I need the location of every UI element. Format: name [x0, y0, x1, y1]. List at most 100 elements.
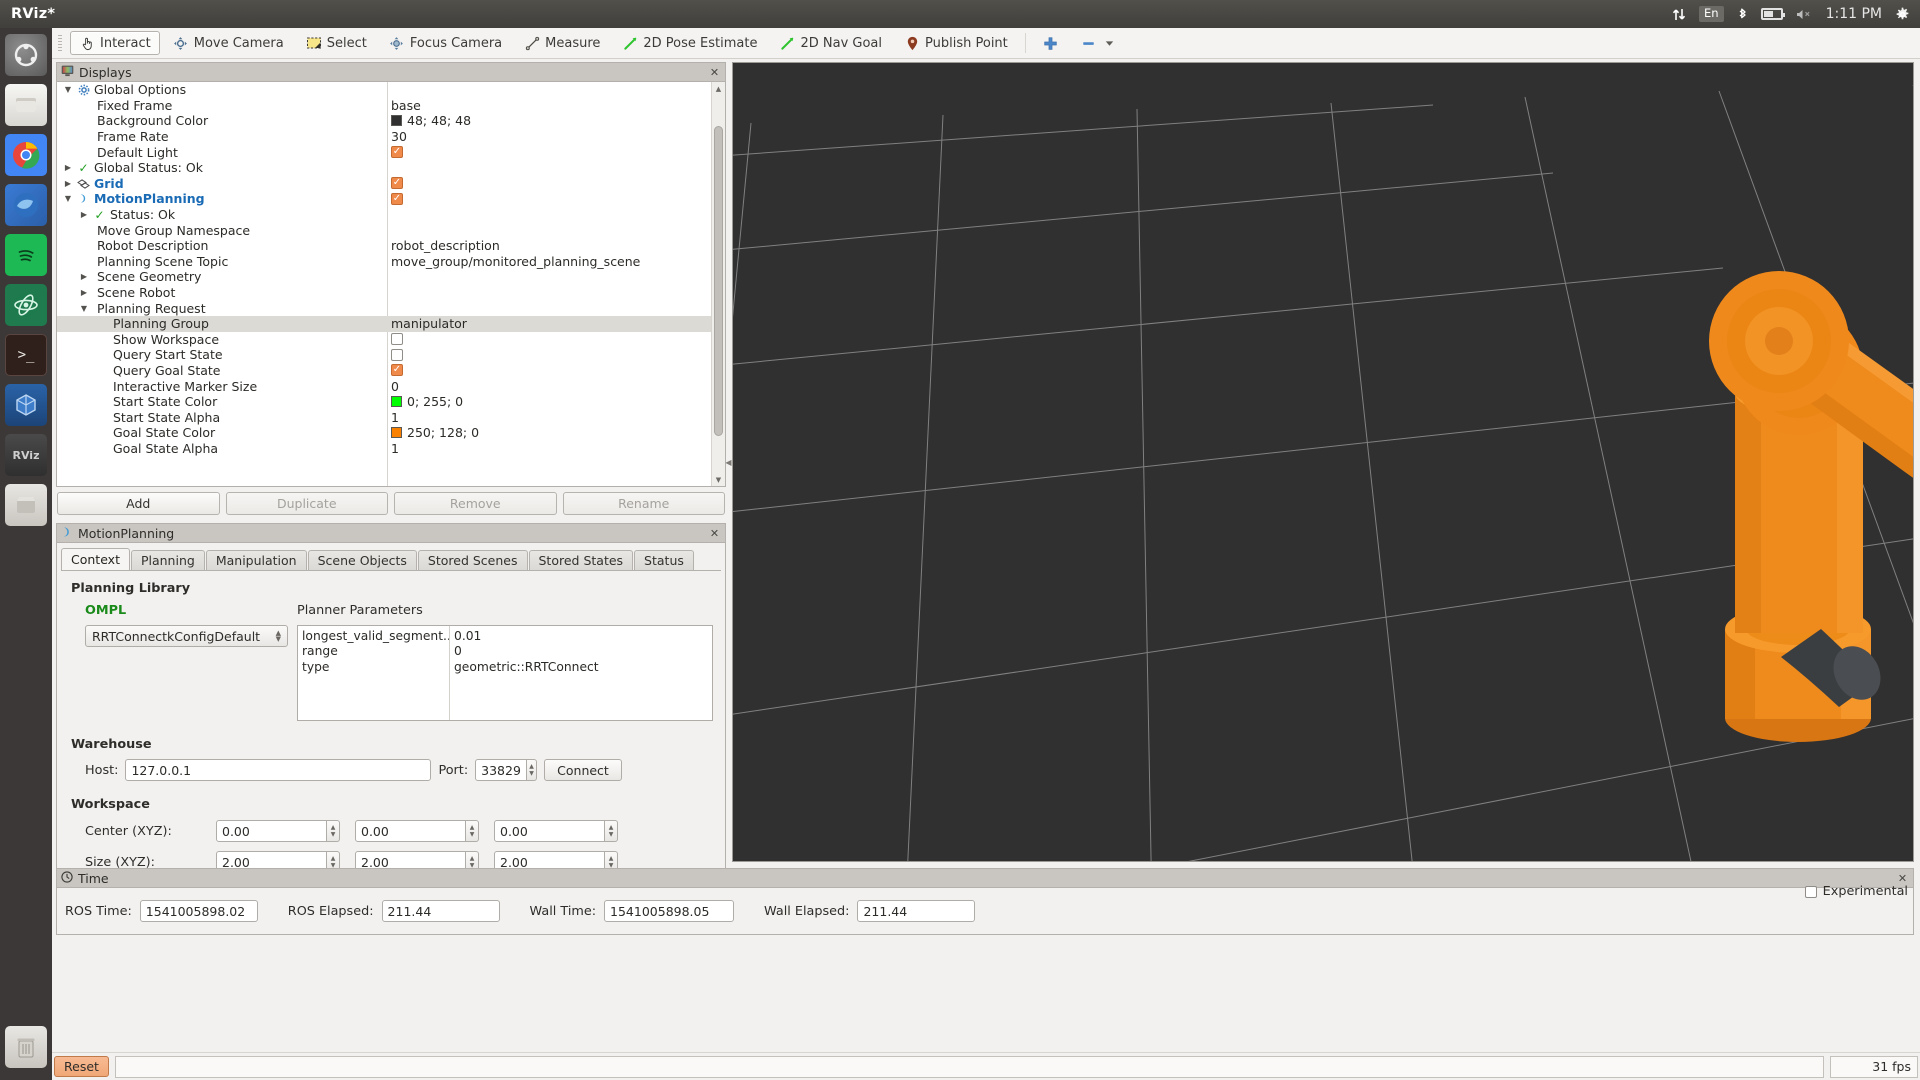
display-row[interactable]: Robot Description robot_description [57, 238, 711, 254]
experimental-checkbox[interactable] [1804, 885, 1817, 898]
expand-arrow-down-icon[interactable]: ▼ [63, 194, 73, 203]
launcher-item-firefox[interactable] [5, 184, 47, 226]
workspace-center-x-input[interactable]: 0.00 [216, 820, 327, 842]
bluetooth-icon[interactable] [1737, 7, 1748, 22]
display-row-value-cell[interactable]: 30 [387, 129, 711, 144]
planner-config-select[interactable]: RRTConnectkConfigDefault ▲ ▼ [85, 625, 288, 647]
planner-param-value[interactable]: 0.01 [450, 628, 712, 644]
tab-status[interactable]: Status [634, 550, 694, 570]
remove-tool-button[interactable] [1072, 31, 1127, 55]
time-field-input[interactable]: 211.44 [857, 900, 976, 922]
workspace-center-x[interactable]: 0.00 ▲ ▼ [216, 820, 340, 842]
launcher-item-terminal[interactable]: >_ [5, 334, 47, 376]
tab-context[interactable]: Context [61, 548, 130, 570]
tool-publish-point[interactable]: Publish Point [895, 31, 1017, 55]
displays-scrollbar[interactable]: ▲ ▼ [711, 82, 725, 486]
expand-arrow-right-icon[interactable]: ▶ [79, 272, 89, 281]
display-row[interactable]: Fixed Frame base [57, 98, 711, 114]
scrollbar-thumb[interactable] [714, 126, 723, 436]
display-row[interactable]: Default Light [57, 144, 711, 160]
display-row-value-cell[interactable]: move_group/monitored_planning_scene [387, 254, 711, 269]
workspace-center-y[interactable]: 0.00 ▲ ▼ [355, 820, 479, 842]
reset-button[interactable]: Reset [54, 1056, 109, 1077]
display-row-checkbox[interactable] [391, 364, 403, 377]
tool-2d-nav-goal[interactable]: 2D Nav Goal [770, 31, 891, 55]
time-field-input[interactable]: 1541005898.02 [139, 900, 258, 922]
keyboard-layout-indicator[interactable]: En [1699, 6, 1724, 22]
display-row[interactable]: Background Color 48; 48; 48 [57, 113, 711, 129]
experimental-toggle[interactable]: Experimental [1804, 884, 1908, 899]
close-icon[interactable]: ✕ [708, 527, 721, 540]
motionplanning-tabs[interactable]: Context Planning Manipulation Scene Objects… [61, 548, 721, 571]
planner-param-value[interactable]: 0 [450, 644, 712, 660]
display-row-value-cell[interactable]: 48; 48; 48 [387, 113, 711, 128]
display-row[interactable]: Interactive Marker Size 0 [57, 378, 711, 394]
display-row[interactable]: ▼ Global Options [57, 82, 711, 98]
display-row-value-cell[interactable]: 1 [387, 410, 711, 425]
display-row[interactable]: ▶ ✓ Global Status: Ok [57, 160, 711, 176]
expand-arrow-right-icon[interactable]: ▶ [63, 163, 73, 172]
display-row-checkbox[interactable] [391, 177, 403, 190]
clock[interactable]: 1:11 PM [1826, 6, 1882, 22]
launcher-item-trash[interactable] [5, 1026, 47, 1068]
expand-arrow-right-icon[interactable]: ▶ [79, 210, 89, 219]
tab-stored-states[interactable]: Stored States [528, 550, 634, 570]
scroll-down-arrow[interactable]: ▼ [712, 473, 725, 486]
display-row[interactable]: Planning Group manipulator [57, 315, 711, 332]
display-row[interactable]: ▶ Grid [57, 176, 711, 192]
display-row-value-cell[interactable]: 250; 128; 0 [387, 425, 711, 440]
gear-icon[interactable] [1895, 7, 1910, 22]
color-swatch[interactable] [391, 396, 402, 408]
spinner-arrows-icon[interactable]: ▲ ▼ [466, 820, 479, 842]
tool-2d-pose-estimate[interactable]: 2D Pose Estimate [613, 31, 766, 55]
warehouse-port-spinbox[interactable]: 33829 ▲ ▼ [475, 759, 538, 781]
toolbar-drag-handle[interactable] [56, 33, 64, 53]
render-view-3d[interactable] [732, 62, 1914, 862]
launcher-item-software-center[interactable] [5, 484, 47, 526]
chevron-down-icon[interactable] [1102, 35, 1118, 51]
display-row[interactable]: Start State Alpha 1 [57, 409, 711, 425]
scroll-up-arrow[interactable]: ▲ [712, 82, 725, 95]
tool-focus-camera[interactable]: Focus Camera [380, 31, 511, 55]
warehouse-connect-button[interactable]: Connect [544, 759, 622, 781]
display-row[interactable]: Query Start State [57, 347, 711, 363]
display-row-checkbox[interactable] [391, 348, 403, 361]
color-swatch[interactable] [391, 115, 402, 127]
battery-icon[interactable] [1760, 8, 1785, 20]
display-row[interactable]: Planning Scene Topic move_group/monitored… [57, 254, 711, 270]
dock-splitter[interactable]: ◀ [725, 62, 732, 862]
close-icon[interactable]: ✕ [708, 66, 721, 79]
spinner-arrows-icon[interactable]: ▲ ▼ [526, 759, 538, 781]
expand-arrow-down-icon[interactable]: ▼ [79, 304, 89, 313]
display-row-value-cell[interactable]: 0; 255; 0 [387, 394, 711, 409]
volume-muted-icon[interactable] [1796, 8, 1813, 21]
launcher-item-atom[interactable] [5, 284, 47, 326]
display-row-value-cell[interactable] [387, 192, 711, 205]
expand-arrow-right-icon[interactable]: ▶ [63, 179, 73, 188]
display-row-checkbox[interactable] [391, 192, 403, 205]
display-row[interactable]: Frame Rate 30 [57, 129, 711, 145]
tool-interact[interactable]: Interact [70, 31, 160, 55]
tab-planning[interactable]: Planning [130, 550, 205, 570]
display-row-value-cell[interactable]: base [387, 98, 711, 113]
display-row-value-cell[interactable]: robot_description [387, 238, 711, 253]
launcher-item-spotify[interactable] [5, 234, 47, 276]
display-row-value-cell[interactable] [387, 364, 711, 377]
workspace-center-z-input[interactable]: 0.00 [494, 820, 605, 842]
launcher-item-chrome[interactable] [5, 134, 47, 176]
launcher-item-files[interactable] [5, 84, 47, 126]
planner-param-value[interactable]: geometric::RRTConnect [450, 659, 712, 675]
tool-select[interactable]: Select [297, 31, 376, 55]
display-row-value-cell[interactable] [387, 333, 711, 346]
time-field-input[interactable]: 211.44 [381, 900, 500, 922]
display-row-value-cell[interactable]: manipulator [387, 316, 711, 331]
display-row[interactable]: Goal State Alpha 1 [57, 441, 711, 457]
spinner-arrows-icon[interactable]: ▲ ▼ [327, 820, 340, 842]
time-field-input[interactable]: 1541005898.05 [604, 900, 735, 922]
launcher-item-rviz[interactable]: RViz [5, 434, 47, 476]
add-display-button[interactable]: Add [57, 492, 220, 515]
display-row[interactable]: Goal State Color 250; 128; 0 [57, 425, 711, 441]
tab-stored-scenes[interactable]: Stored Scenes [417, 550, 528, 570]
network-updown-icon[interactable] [1672, 7, 1686, 22]
expand-arrow-down-icon[interactable]: ▼ [63, 85, 73, 94]
